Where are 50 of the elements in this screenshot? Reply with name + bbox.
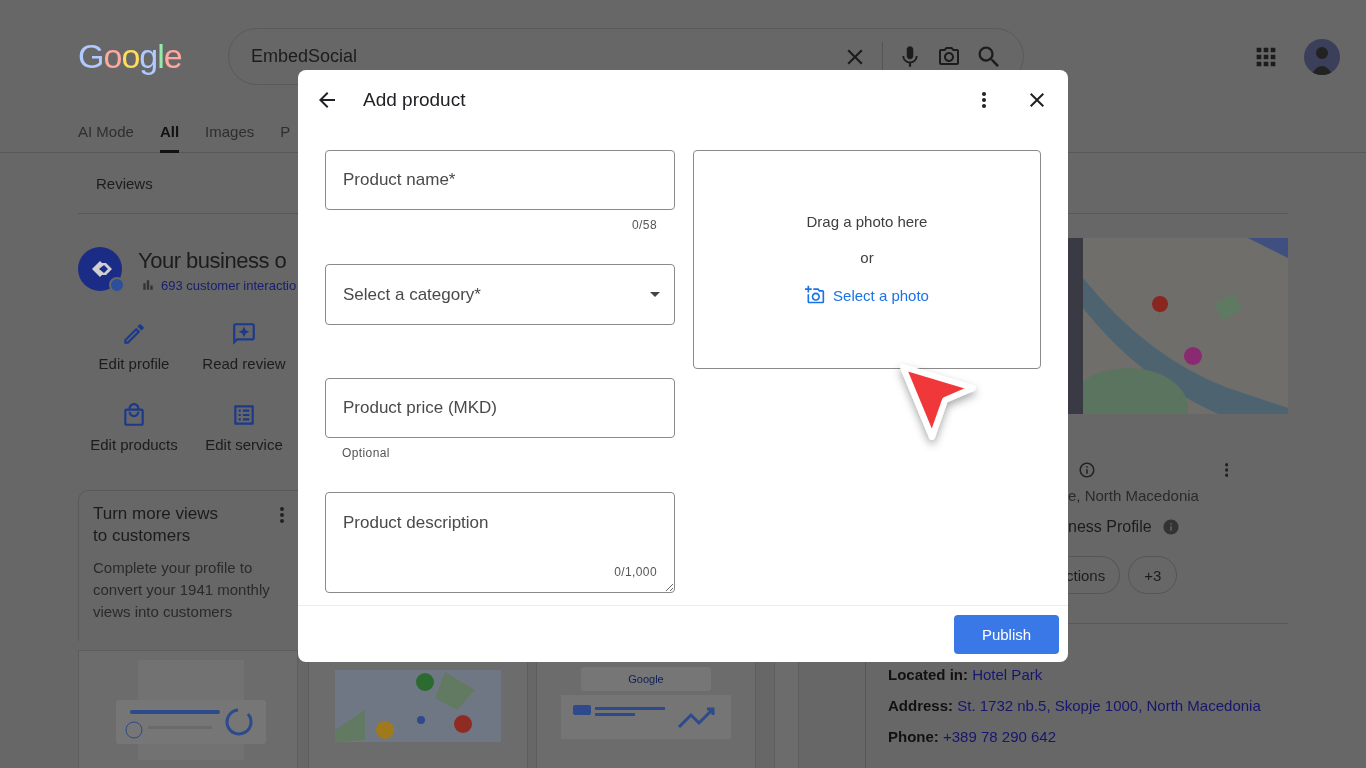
avatar[interactable]	[1304, 38, 1340, 75]
detail-link[interactable]: Hotel Park	[972, 666, 1043, 683]
add-photo-icon	[805, 285, 826, 305]
bar-chart-icon	[141, 278, 155, 292]
review-icon	[231, 321, 257, 347]
more-button[interactable]	[982, 92, 986, 108]
google-logo: Google	[628, 673, 664, 685]
pencil-icon	[121, 321, 147, 347]
more-icon	[982, 92, 986, 108]
select-photo-link[interactable]: Select a photo	[805, 285, 929, 305]
detail-link[interactable]: +389 78 290 642	[943, 728, 1057, 745]
more-icon[interactable]	[1224, 463, 1228, 477]
shopping-bag-icon	[121, 402, 147, 428]
business-logo-icon	[78, 247, 124, 293]
search-tab[interactable]: AI Mode	[78, 113, 134, 153]
drop-hint: Drag a photo here	[806, 213, 928, 230]
more-icon[interactable]	[280, 507, 284, 523]
action-button[interactable]: Edit service	[190, 402, 298, 453]
character-counter: 0/58	[632, 218, 658, 232]
action-button[interactable]: Edit profile	[78, 321, 190, 372]
helper-text: Optional	[341, 446, 390, 460]
detail-link[interactable]: St. 1732 nb.5, Skopje 1000, North Macedonia	[957, 697, 1261, 714]
input-field[interactable]: Product price (MKD)	[325, 378, 675, 438]
interactions-link[interactable]: 693 customer interactio	[161, 277, 297, 293]
business-title: Your business o	[138, 247, 288, 274]
publish-button[interactable]: Publish	[954, 614, 1059, 654]
promo-title: Turn more views to customers	[93, 503, 219, 547]
list-icon	[231, 402, 257, 428]
dialog-title: Add product	[363, 89, 467, 111]
search-tab[interactable]: P	[280, 113, 291, 153]
search-tab[interactable]: All	[159, 113, 180, 153]
category-select[interactable]: Select a category*	[325, 264, 675, 325]
google-logo[interactable]: Google	[78, 37, 228, 76]
detail-line: Address: St. 1732 nb.5, Skopje 1000, North Macedonia	[888, 697, 1262, 714]
reviews-link[interactable]: Reviews	[78, 174, 153, 192]
photo-drop-zone[interactable]: Drag a photo here or Select a photo	[693, 150, 1041, 369]
or-text: or	[860, 249, 874, 266]
action-button[interactable]: Read review	[190, 321, 298, 372]
input-field[interactable]: Product name*	[325, 150, 675, 210]
profile-label: ness Profile	[1068, 518, 1152, 536]
info-icon[interactable]	[1078, 461, 1096, 479]
search-tab[interactable]: Images	[205, 113, 255, 153]
action-button[interactable]: Edit products	[78, 402, 190, 453]
detail-line: Located in: Hotel Park	[888, 666, 1044, 683]
promo-text: Complete your profile to convert your 1941 monthly views into customers	[93, 558, 271, 622]
dropdown-caret-icon	[650, 292, 660, 297]
detail-line: Phone: +389 78 290 642	[888, 728, 1058, 745]
location-text: e, North Macedonia	[1068, 487, 1200, 504]
info-icon[interactable]	[1161, 518, 1180, 536]
character-counter: 0/1,000	[614, 565, 657, 579]
